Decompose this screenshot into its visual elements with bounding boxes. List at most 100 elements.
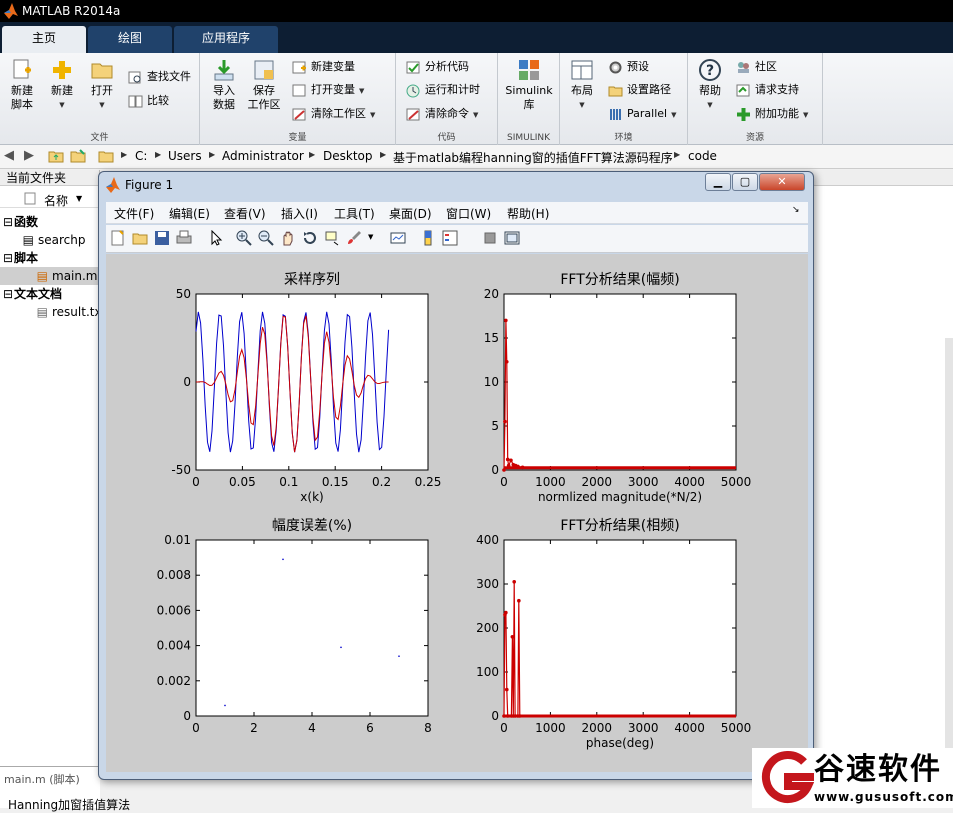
tree-section-label: 函数 [14,215,39,229]
request-support-button[interactable]: 请求支持 [736,80,799,100]
community-button[interactable]: 社区 [736,57,777,77]
clear-workspace-button[interactable]: 清除工作区 ▼ [292,104,375,124]
breadcrumb-item[interactable]: Administrator [222,149,304,163]
x-tick-label: 3000 [628,721,659,735]
figure-canvas: 0 0.05 0.1 0.15 0.2 0.25 -50 0 50 采样序列 x(k) 0 1000 20… [106,254,808,772]
tree-section-functions[interactable]: ⊟函数 [0,213,100,231]
set-path-button[interactable]: 设置路径 [608,80,671,100]
menu-view[interactable]: 查看(V) [224,205,266,222]
analyze-code-icon [406,61,420,73]
help-button[interactable]: ? 帮助 ▼ [690,58,730,112]
text-file-icon: ▤ [36,305,48,319]
zoom-out-icon[interactable] [258,230,274,246]
new-button[interactable]: 新建 ▼ [42,58,82,112]
new-script-button[interactable]: 新建 脚本 [2,58,42,112]
show-plot-tools-icon[interactable] [504,230,520,246]
breadcrumb-item[interactable]: Users [168,149,202,163]
tab-home[interactable]: 主页 [2,26,86,53]
new-variable-button[interactable]: 新建变量 [292,57,355,77]
tab-plots[interactable]: 绘图 [88,26,172,53]
menu-insert[interactable]: 插入(I) [281,205,318,222]
resources-group-label: 资源 [745,133,764,143]
tab-apps[interactable]: 应用程序 [174,26,278,53]
ribbon-tab-bar: 主页 绘图 应用程序 [0,22,953,53]
run-and-time-button[interactable]: 运行和计时 [406,80,480,100]
tree-file-main[interactable]: ▤ main.m [0,267,100,285]
menu-edit[interactable]: 编辑(E) [169,205,210,222]
function-file-icon: ▤ [22,233,34,247]
hide-plot-tools-icon[interactable] [482,230,498,246]
parallel-button[interactable]: Parallel ▼ [608,104,676,124]
up-folder-icon[interactable] [48,148,64,164]
open-button[interactable]: 打开 ▼ [82,58,122,112]
analyze-code-button[interactable]: 分析代码 [406,57,469,77]
simulink-library-button[interactable]: Simulink 库 [501,58,557,112]
brush-dropdown-icon[interactable]: ▼ [368,233,373,241]
print-icon[interactable] [176,230,192,246]
tree-file-searchp[interactable]: ▤ searchp [0,231,100,249]
x-axis-label: x(k) [300,490,323,504]
tree-section-text[interactable]: ⊟文本文档 [0,285,100,303]
find-files-button[interactable]: 查找文件 [128,67,191,87]
pointer-icon[interactable] [208,230,224,246]
gususoft-logo-icon [761,751,814,803]
save-workspace-button[interactable]: 保存 工作区 [244,58,284,112]
clear-commands-label: 清除命令 [425,107,469,120]
new-figure-icon[interactable] [110,230,126,246]
x-tick-label: 0 [192,721,200,735]
clear-workspace-label: 清除工作区 [311,107,366,120]
y-tick-label: 50 [176,287,191,301]
ribbon-group-code: 分析代码 运行和计时 清除命令 ▼ 代码 [396,53,498,145]
data-cursor-icon[interactable] [324,230,340,246]
breadcrumb-item[interactable]: Desktop [323,149,373,163]
y-tick-label: 0 [183,709,191,723]
menu-tools[interactable]: 工具(T) [334,205,375,222]
layout-button[interactable]: 布局 ▼ [562,58,602,112]
menu-help[interactable]: 帮助(H) [507,205,549,222]
add-ons-button[interactable]: 附加功能 ▼ [736,104,808,124]
breadcrumb-separator: ▶ [155,150,162,159]
y-tick-label: 0.008 [157,568,191,582]
save-icon[interactable] [154,230,170,246]
open-variable-label: 打开变量 [311,83,355,96]
minimize-button[interactable]: ▁ [705,173,731,191]
menu-file[interactable]: 文件(F) [114,205,154,222]
open-variable-button[interactable]: 打开变量 ▼ [292,80,364,100]
compare-button[interactable]: 比较 [128,91,169,111]
forward-arrow-icon[interactable]: ▶ [24,148,34,163]
address-bar: ◀ ▶ ▶ C: ▶ Users ▶ Administrator ▶ Deskt… [0,145,953,169]
dock-arrow-icon[interactable]: ↘ [792,205,800,215]
menu-window[interactable]: 窗口(W) [446,205,491,222]
x-axis-label: phase(deg) [586,736,654,750]
x-tick-label: 8 [424,721,432,735]
clear-commands-button[interactable]: 清除命令 ▼ [406,104,478,124]
zoom-in-icon[interactable] [236,230,252,246]
browse-folder-icon[interactable] [70,148,86,164]
breadcrumb-item[interactable]: code [688,149,717,163]
brush-icon[interactable] [346,230,362,246]
import-data-button[interactable]: 导入 数据 [204,58,244,112]
link-icon[interactable] [390,230,406,246]
open-icon[interactable] [132,230,148,246]
tree-section-scripts[interactable]: ⊟脚本 [0,249,100,267]
legend-icon[interactable] [442,230,458,246]
x-tick-label: 0.2 [372,475,391,489]
tree-section-label: 脚本 [14,251,39,265]
x-tick-label: 0 [500,475,508,489]
menu-desktop[interactable]: 桌面(D) [389,205,432,222]
scrollbar[interactable] [945,338,953,808]
data-marker [517,598,521,603]
maximize-button[interactable]: ▢ [732,173,758,191]
figure-title-bar[interactable]: Figure 1 ▁ ▢ ✕ [99,172,813,198]
breadcrumb-item[interactable]: 基于matlab编程hanning窗的插值FFT算法源码程序 [393,149,673,166]
pan-icon[interactable] [280,230,296,246]
community-icon [738,61,749,73]
preferences-button[interactable]: 预设 [608,57,649,77]
breadcrumb-item[interactable]: C: [135,149,147,163]
close-button[interactable]: ✕ [759,173,805,191]
name-column-header[interactable]: 名称 ▼ [0,190,100,208]
back-arrow-icon[interactable]: ◀ [4,148,14,163]
tree-file-result[interactable]: ▤ result.tx [0,303,100,321]
colorbar-icon[interactable] [420,230,436,246]
rotate-icon[interactable] [302,230,318,246]
